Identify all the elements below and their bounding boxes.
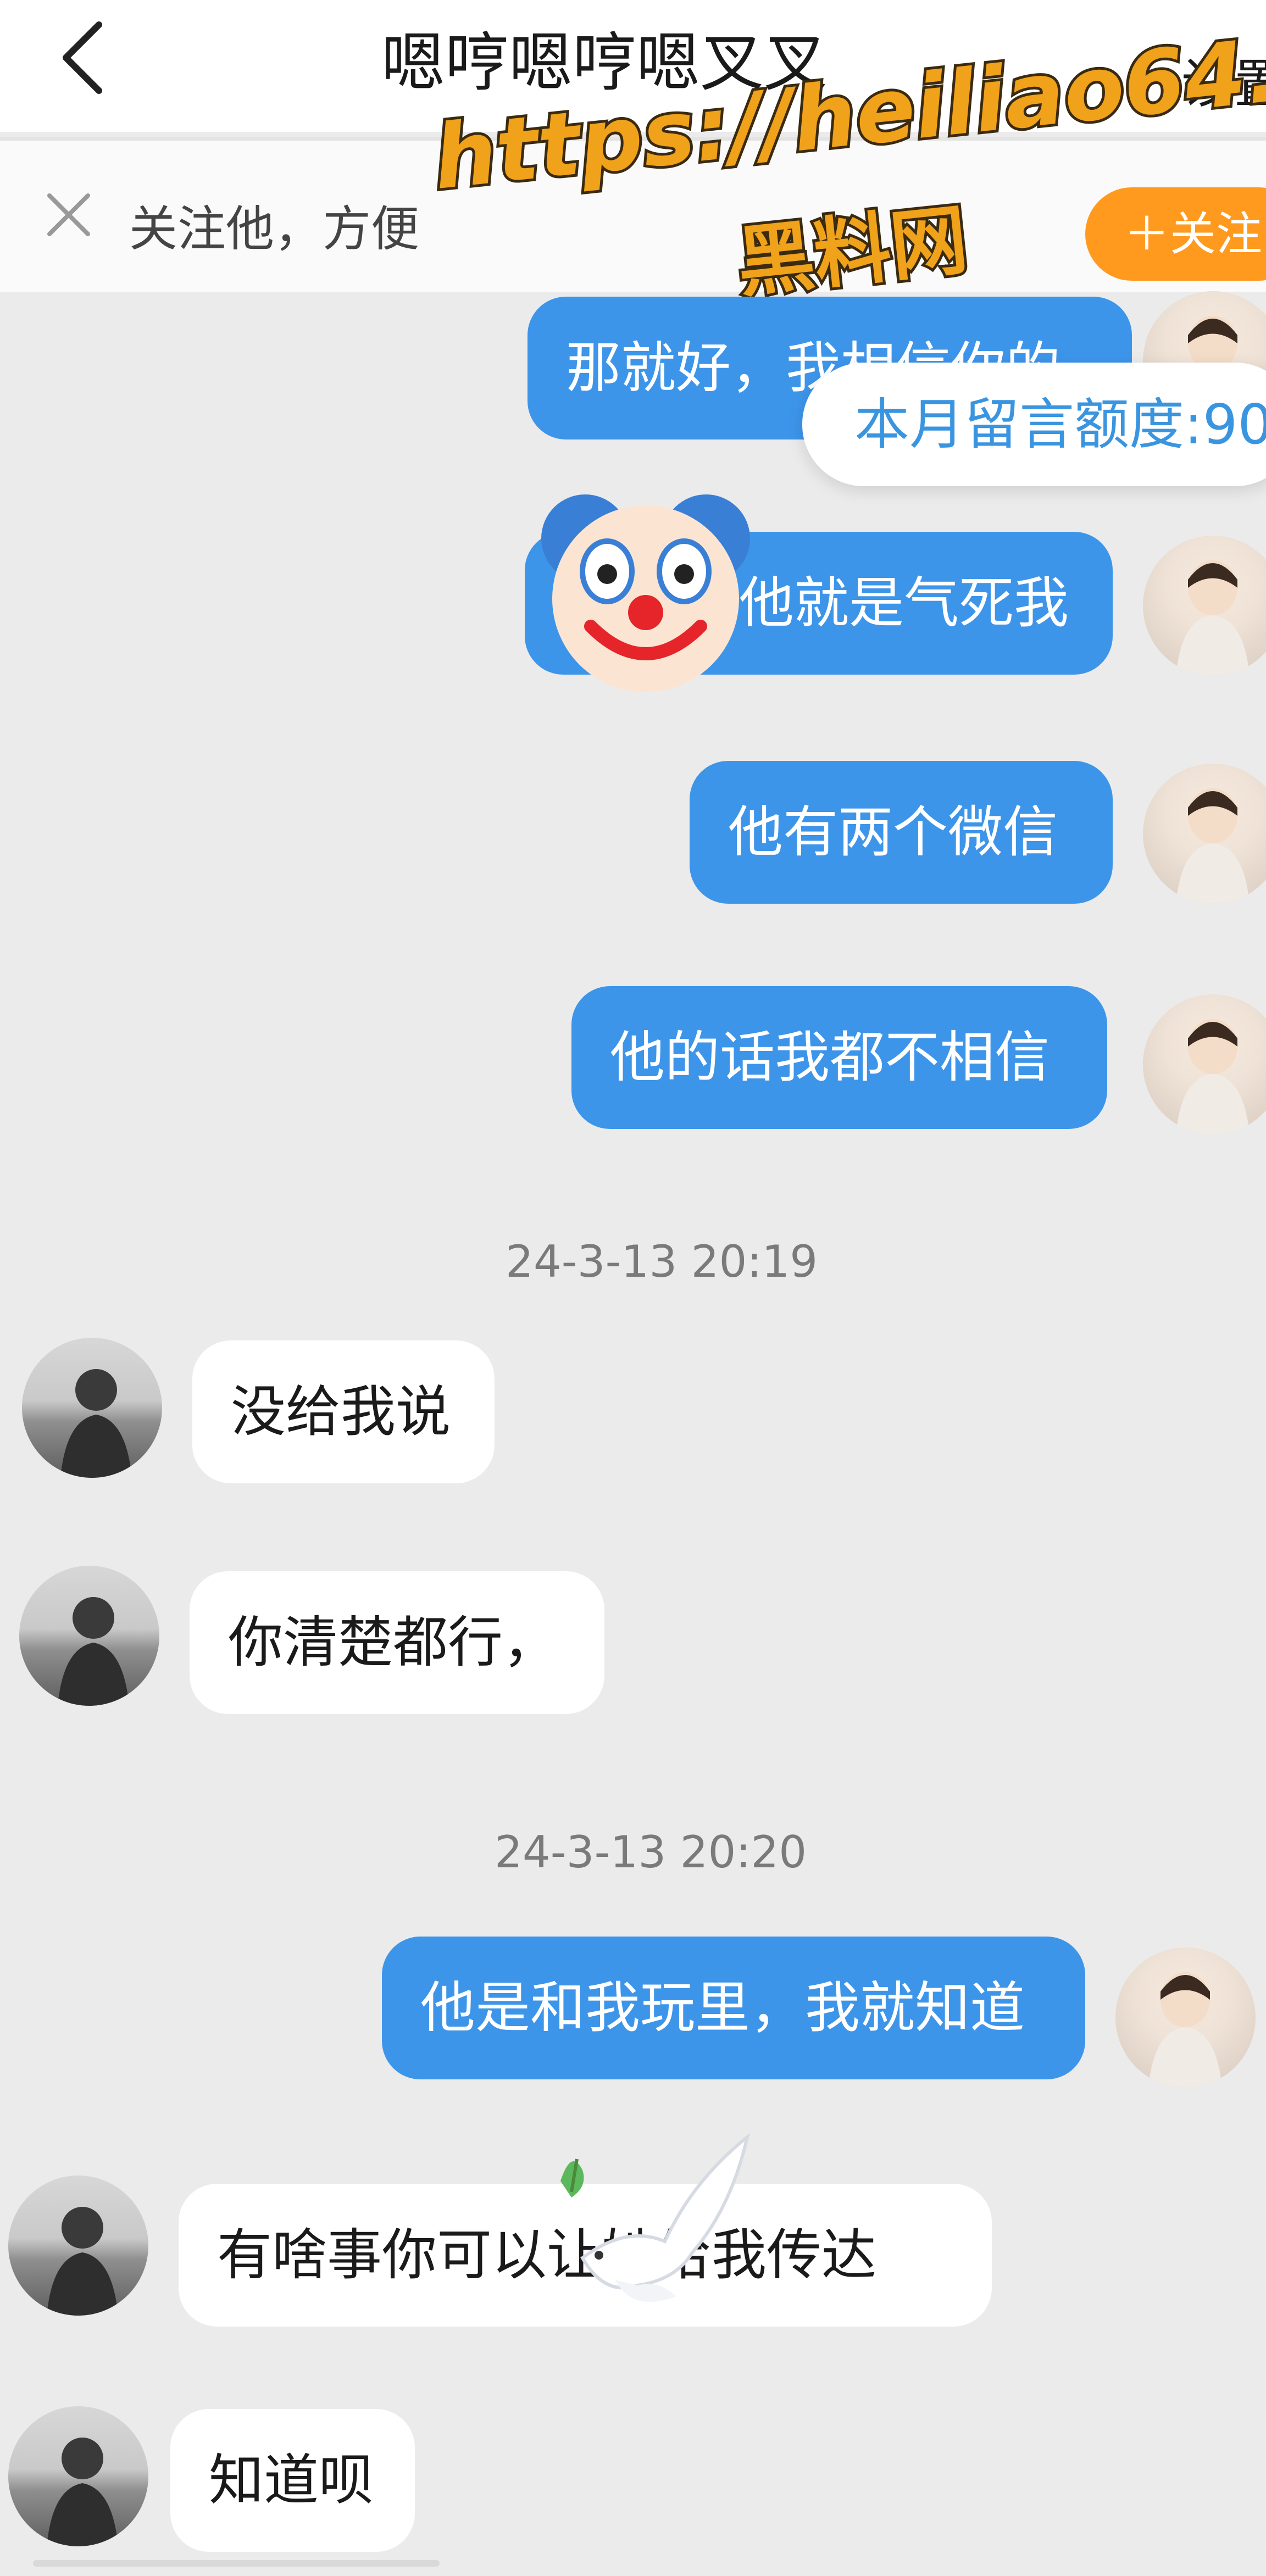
follow-prompt-text: 关注他，方便 <box>129 201 420 257</box>
follow-button[interactable]: ＋关注 <box>1085 187 1266 281</box>
home-indicator[interactable] <box>33 2560 440 2567</box>
avatar-girl-image <box>1148 1972 1222 2088</box>
avatar-sender[interactable] <box>1143 764 1266 904</box>
message-timestamp: 24-3-13 20:19 <box>506 1236 818 1287</box>
avatar-girl-image <box>1176 788 1250 904</box>
avatar-contact[interactable] <box>8 2176 148 2316</box>
avatar-sender[interactable] <box>1143 994 1266 1134</box>
avatar-sender[interactable] <box>1143 536 1266 676</box>
avatar-man-image <box>47 2207 118 2316</box>
close-icon[interactable] <box>38 185 99 245</box>
clown-face-icon <box>541 494 750 692</box>
avatar-man-image <box>47 2438 118 2546</box>
avatar-girl-image <box>1176 560 1250 676</box>
avatar-man-image <box>60 1369 132 1478</box>
avatar-contact[interactable] <box>8 2406 148 2546</box>
avatar-contact[interactable] <box>19 1566 159 1706</box>
back-button[interactable] <box>49 16 115 99</box>
watermark-name: 黑料网 <box>730 192 975 311</box>
avatar-girl-image <box>1176 1019 1250 1134</box>
message-bubble-received[interactable]: 知道呗 <box>170 2409 415 2552</box>
avatar-man-image <box>58 1597 129 1706</box>
avatar-sender[interactable] <box>1115 1948 1256 2088</box>
message-timestamp: 24-3-13 20:20 <box>495 1827 807 1878</box>
avatar-contact[interactable] <box>22 1338 162 1478</box>
chat-screen: 嗯哼嗯哼嗯叉叉 设置 关注他，方便 ＋关注 https://heiliao64.… <box>0 0 1266 2576</box>
message-bubble-received[interactable]: 没给我说 <box>192 1340 495 1483</box>
dove-icon <box>560 2133 750 2302</box>
chevron-left-icon <box>63 21 102 94</box>
message-bubble-sent[interactable]: 他有两个微信 <box>690 761 1113 904</box>
message-bubble-sent[interactable]: 他的话我都不相信 <box>571 986 1107 1129</box>
message-quota-pill: 本月留言额度:90 <box>802 363 1266 486</box>
message-bubble-sent[interactable]: 他是和我玩里，我就知道 <box>382 1937 1085 2079</box>
message-bubble-received[interactable]: 你清楚都行， <box>190 1571 604 1714</box>
